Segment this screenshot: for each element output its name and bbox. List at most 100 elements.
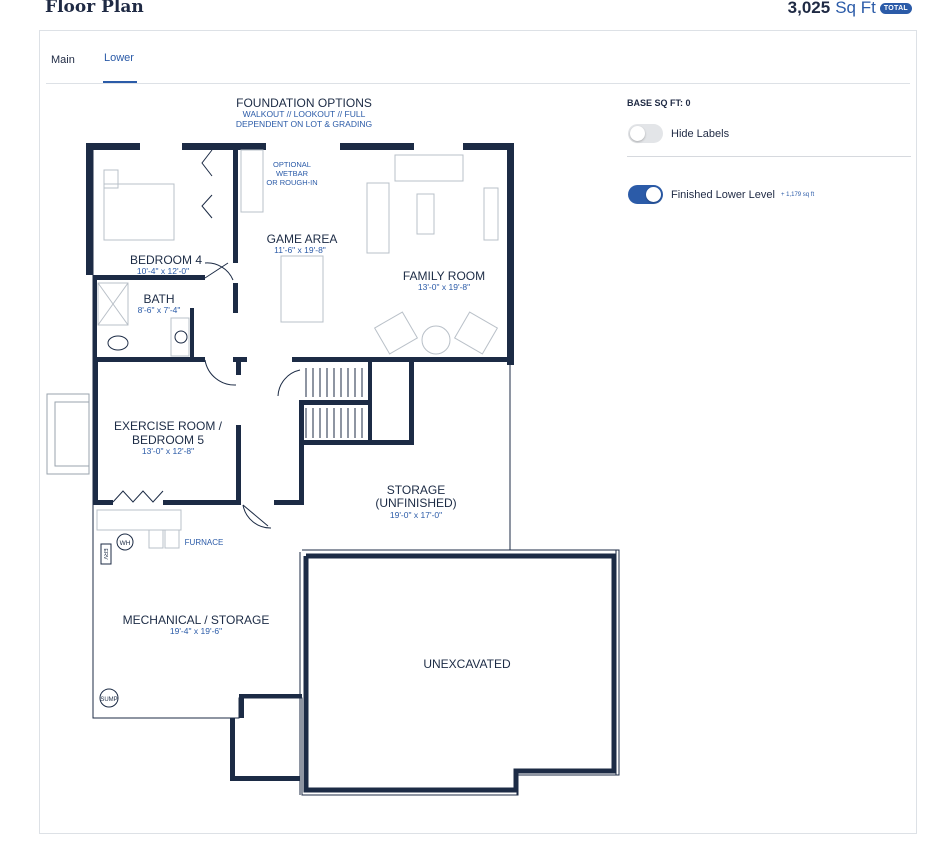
finished-lower-label: Finished Lower Level — [671, 188, 775, 201]
wall-top-c — [340, 143, 414, 150]
wetbar-line3: OR ROUGH-IN — [266, 178, 317, 187]
media-console — [483, 187, 499, 241]
wetbar-line2: WETBAR — [276, 169, 309, 178]
room-name-bedroom4: BEDROOM 4 — [130, 253, 202, 267]
total-badge: TOTAL — [879, 2, 912, 14]
wall-lower-bottom — [230, 776, 300, 781]
total-sqft-value: 3,025 — [787, 0, 831, 17]
wall-left-top — [86, 143, 93, 275]
room-dims-storage: 19'-0" x 17'-0" — [390, 510, 442, 520]
wall-right — [507, 143, 514, 365]
room-name-mechanical: MECHANICAL / STORAGE — [123, 613, 270, 627]
wall-stair-bottom — [299, 440, 414, 445]
hide-labels-label: Hide Labels — [671, 127, 730, 140]
wall-exercise-bottom-b — [163, 500, 241, 505]
room-dims-bath: 8'-6" x 7'-4" — [138, 305, 181, 315]
wall-stair-top — [292, 357, 514, 362]
wall-bath-inner — [190, 308, 194, 360]
erv-label: ERV — [102, 548, 108, 560]
wall-top-b — [182, 143, 266, 150]
room-name-bath: BATH — [143, 292, 174, 306]
door-swing-exercise — [204, 359, 237, 386]
sump-label: SUMP — [100, 697, 117, 703]
toilet — [107, 335, 129, 351]
mechanical-shelf — [96, 509, 182, 531]
room-dims-game: 11'-6" x 19'-8" — [274, 245, 326, 255]
sofa-left — [366, 182, 390, 254]
water-heater-label: WH — [120, 540, 131, 547]
room-name-exercise: EXERCISE ROOM / — [114, 419, 223, 433]
room-dims-family: 13'-0" x 19'-8" — [418, 282, 470, 292]
wall-stair-left — [299, 400, 304, 505]
wall-bath-left — [93, 280, 97, 360]
pool-table — [280, 255, 324, 323]
door-leaf — [204, 262, 229, 279]
options-divider — [627, 156, 911, 157]
tab-main[interactable]: Main — [51, 54, 75, 66]
wall-bath-right — [233, 283, 238, 313]
room-name-family: FAMILY ROOM — [403, 269, 485, 283]
coffee-table — [416, 193, 435, 235]
wall-mid-stub-v — [236, 357, 241, 375]
floor-plan-drawing: FOUNDATION OPTIONS WALKOUT // LOOKOUT //… — [46, 96, 620, 796]
vanity — [170, 317, 190, 357]
side-table — [421, 325, 451, 355]
door-swings — [112, 149, 301, 529]
wall-lower-left — [230, 718, 235, 780]
sink — [174, 330, 188, 344]
door-swing-bedroom4 — [204, 262, 234, 281]
wall-exercise-right — [236, 425, 241, 505]
wall-top-d — [463, 143, 514, 150]
room-dims-mechanical: 19'-4" x 19'-6" — [170, 626, 222, 636]
door-swing-stair — [277, 369, 301, 397]
nightstand — [103, 169, 119, 189]
foundation-line2: DEPENDENT ON LOT & GRADING — [236, 119, 372, 129]
finished-lower-toggle[interactable] — [628, 185, 663, 204]
foundation-line1: WALKOUT // LOOKOUT // FULL — [243, 109, 366, 119]
tab-lower[interactable]: Lower — [104, 52, 134, 64]
sqft-unit: Sq Ft — [835, 0, 876, 17]
finished-lower-row: Finished Lower Level + 1,179 sq ft — [628, 185, 814, 204]
base-sqft-label: BASE SQ FT: 0 — [627, 98, 691, 108]
toggle-knob — [630, 126, 645, 141]
unexcavated-outline — [302, 549, 620, 796]
foundation-title: FOUNDATION OPTIONS — [236, 96, 372, 110]
level-tabs: Main Lower — [46, 31, 910, 84]
page-title: Floor Plan — [45, 0, 144, 17]
room-dims-bedroom4: 10'-4" x 12'-0" — [137, 266, 189, 276]
outer-wall-outline — [92, 148, 617, 796]
wall-top-a — [86, 143, 140, 150]
plan-options-panel: BASE SQ FT: 0 Hide Labels Finished Lower… — [627, 92, 912, 204]
toggle-knob — [646, 187, 661, 202]
closet-door — [201, 194, 213, 219]
wall-storage-corner — [409, 360, 414, 445]
armchair — [373, 311, 419, 355]
wall-lower-step-h — [239, 694, 302, 698]
room-name-storage: STORAGE — [387, 483, 445, 497]
bed — [103, 183, 175, 241]
sofa-top — [394, 154, 464, 182]
bifold-door — [112, 490, 164, 503]
wall-stair-right — [368, 360, 372, 445]
room-name-storage-sub: (UNFINISHED) — [375, 496, 456, 510]
hide-labels-toggle[interactable] — [628, 124, 663, 143]
exterior-window-well — [46, 393, 90, 475]
wetbar-counter — [240, 149, 264, 213]
total-sqft: 3,025 Sq Ft TOTAL — [788, 0, 912, 18]
hide-labels-row: Hide Labels — [628, 124, 729, 143]
finished-lower-sqft: + 1,179 sq ft — [780, 191, 815, 198]
room-name-unexcavated: UNEXCAVATED — [423, 657, 511, 671]
wetbar-line1: OPTIONAL — [273, 160, 311, 169]
furnace-unit — [148, 529, 164, 549]
wall-exercise-left — [93, 360, 98, 505]
armchair — [453, 311, 499, 355]
furnace-unit — [164, 529, 180, 549]
wall-bath-bottom — [93, 357, 205, 362]
wall-exercise-bottom-a — [93, 500, 113, 505]
wall-bed4-right — [233, 143, 238, 263]
room-name-game: GAME AREA — [267, 232, 338, 246]
wall-stair-landing — [299, 400, 371, 405]
closet-door — [201, 149, 213, 177]
active-tab-indicator — [103, 81, 137, 83]
exterior-window-well-inner — [54, 401, 90, 467]
